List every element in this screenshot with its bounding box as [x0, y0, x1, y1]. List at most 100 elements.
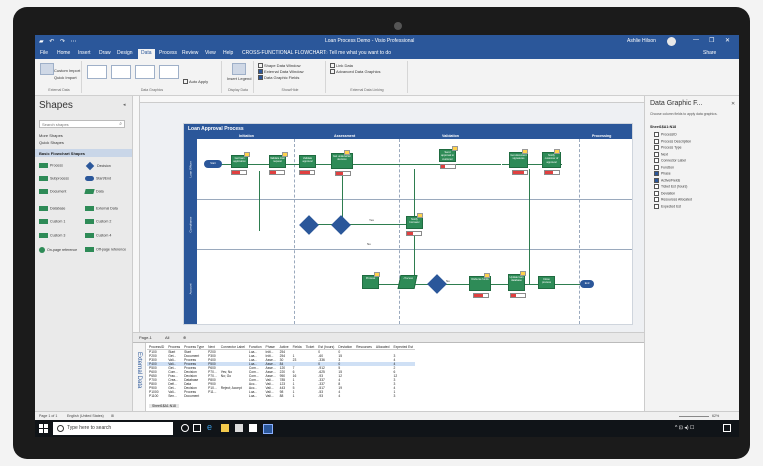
shape-data[interactable]: Data — [84, 189, 104, 194]
shape-database[interactable]: Database — [39, 206, 65, 211]
checkbox-icon[interactable] — [654, 177, 659, 183]
table-cell[interactable]: Loa... — [247, 394, 264, 398]
shape-start-end[interactable]: Start/End — [85, 176, 111, 181]
data-graphic-style-icon[interactable] — [159, 65, 179, 79]
tab-help[interactable]: Help — [223, 50, 233, 56]
language-status[interactable]: English (United States) — [67, 414, 104, 418]
visio-app-icon[interactable] — [263, 424, 273, 434]
phase-validation[interactable]: Validation — [442, 134, 459, 138]
flow-decision-compliant[interactable] — [299, 215, 319, 235]
phase-processing[interactable]: Processing — [592, 134, 611, 138]
quick-access-toolbar[interactable]: ▰ ↶ ↷ ⋯ — [39, 38, 79, 45]
diagram-title[interactable]: Loan Approval Process — [184, 124, 632, 134]
tab-insert[interactable]: Insert — [78, 50, 91, 56]
field-checkbox-item[interactable]: Function — [654, 164, 674, 170]
field-checkbox-item[interactable]: Expected Est — [654, 203, 681, 209]
table-cell[interactable]: Vali... — [264, 394, 278, 398]
shape-custom-3[interactable]: Custom 3 — [39, 233, 65, 238]
shape-off-page-reference[interactable]: Off-page reference — [85, 247, 126, 252]
flow-validate-approval[interactable]: Validate approval — [299, 155, 316, 168]
edge-browser-icon[interactable]: e — [207, 422, 215, 432]
checkbox-icon[interactable] — [654, 164, 659, 170]
column-header[interactable]: Active — [277, 345, 291, 350]
connector[interactable] — [309, 224, 409, 225]
flow-update-loan-database[interactable]: Update loan database — [508, 274, 525, 291]
data-graphic-style-icon[interactable] — [87, 65, 107, 79]
table-cell[interactable]: 88 — [278, 394, 291, 398]
link-data-button[interactable]: Link Data — [330, 63, 353, 69]
shape-on-page-reference[interactable]: On-page reference — [39, 247, 77, 253]
shape-document[interactable]: Document — [39, 189, 66, 194]
diagram-page[interactable]: Loan Approval Process Initiation Assessm… — [183, 123, 633, 325]
connector[interactable] — [259, 171, 260, 231]
task-view-icon[interactable] — [193, 424, 201, 432]
tab-home[interactable]: Home — [57, 50, 70, 56]
field-checkbox-item[interactable]: Process Description — [654, 138, 691, 144]
column-header[interactable]: Connector Label — [218, 345, 247, 350]
column-header[interactable]: Deviation — [336, 345, 355, 350]
flow-get-underwriter-decision[interactable]: Get underwriter decision — [331, 153, 353, 169]
table-cell[interactable]: Document — [182, 394, 206, 398]
cortana-icon[interactable] — [181, 424, 189, 432]
taskbar-search-input[interactable]: Type here to search — [53, 422, 173, 435]
minimize-button[interactable]: — — [693, 37, 699, 43]
tab-design[interactable]: Design — [117, 50, 133, 56]
field-checkbox-item[interactable]: Connector Label — [654, 158, 686, 163]
zoom-level[interactable]: 62% — [712, 414, 719, 418]
shape-decision[interactable]: Decision — [85, 161, 111, 171]
tab-file[interactable]: File — [40, 50, 48, 56]
tab-draw[interactable]: Draw — [99, 50, 111, 56]
table-cell[interactable]: 3 — [391, 394, 414, 398]
user-name[interactable]: Ashlie Hilson — [627, 38, 656, 44]
checkbox-icon[interactable] — [654, 184, 659, 189]
field-checkbox-item[interactable]: Active/Fields — [654, 177, 680, 183]
shape-subprocess[interactable]: Subprocess — [39, 176, 69, 181]
shape-custom-1[interactable]: Custom 1 — [39, 219, 65, 224]
quick-import-button[interactable]: Quick Import — [54, 75, 77, 80]
flow-disburse-funds[interactable]: Disburse funds — [469, 276, 491, 291]
table-cell[interactable]: P1100 — [147, 394, 166, 398]
data-graphic-style-icon[interactable] — [135, 65, 155, 79]
field-group-header[interactable]: Sheet1$A1:N18 — [650, 125, 676, 129]
search-icon[interactable]: ⌕ — [119, 121, 122, 127]
stencil-basic-flowchart[interactable]: Basic Flowchart Shapes — [35, 149, 132, 157]
table-cell[interactable]: -93 — [316, 394, 336, 398]
tab-process[interactable]: Process — [159, 50, 177, 56]
restore-button[interactable]: ❐ — [709, 37, 714, 44]
field-checkbox-item[interactable]: Resources Allocated — [654, 197, 692, 202]
checkbox-icon[interactable] — [654, 158, 659, 163]
table-cell[interactable]: Sen... — [166, 394, 182, 398]
share-button[interactable]: Share — [703, 50, 716, 56]
insert-legend-icon[interactable] — [232, 63, 246, 75]
field-checkbox-item[interactable]: Phase — [654, 171, 671, 176]
table-cell[interactable]: 4 — [336, 394, 354, 398]
flow-close-process[interactable]: Close process — [538, 276, 555, 289]
checkbox-icon[interactable] — [654, 171, 659, 176]
macro-icon[interactable]: ⊞ — [111, 414, 114, 418]
column-header[interactable]: Function — [246, 345, 264, 350]
column-header[interactable]: Resources — [354, 345, 374, 350]
tab-data[interactable]: Data — [138, 49, 155, 59]
external-data-table[interactable]: ProcessID Process Process Type Next Connecto… — [147, 345, 415, 398]
search-shapes-input[interactable]: Search shapes ⌕ — [39, 120, 125, 128]
shape-data-window-checkbox[interactable]: Shape Data Window — [258, 63, 300, 69]
table-cell[interactable] — [374, 394, 392, 398]
flow-process-1[interactable]: Process — [362, 275, 379, 289]
column-header[interactable]: Process — [166, 345, 183, 350]
lane-account[interactable]: Account — [184, 249, 197, 324]
notifications-icon[interactable] — [723, 424, 731, 432]
more-shapes-link[interactable]: More Shapes — [39, 133, 63, 138]
table-cell[interactable] — [206, 394, 219, 398]
table-cell[interactable]: 1 — [291, 394, 304, 398]
page-tab-all[interactable]: All — [165, 335, 169, 340]
store-icon[interactable] — [235, 424, 243, 432]
column-header[interactable]: ProcessID — [147, 345, 167, 350]
advanced-data-graphics-button[interactable]: Advanced Data Graphics — [330, 69, 380, 75]
lane-compliance[interactable]: Compliance — [184, 199, 197, 249]
flow-end[interactable]: End — [580, 280, 594, 288]
custom-import-button[interactable]: Custom Import — [54, 68, 80, 73]
tab-cross-functional-flowchart[interactable]: CROSS-FUNCTIONAL FLOWCHART — [242, 50, 326, 56]
sheet-tab[interactable]: Sheet1$A1:N18 — [149, 404, 179, 408]
flow-start[interactable]: Start — [204, 160, 222, 168]
table-cell[interactable] — [304, 394, 317, 398]
